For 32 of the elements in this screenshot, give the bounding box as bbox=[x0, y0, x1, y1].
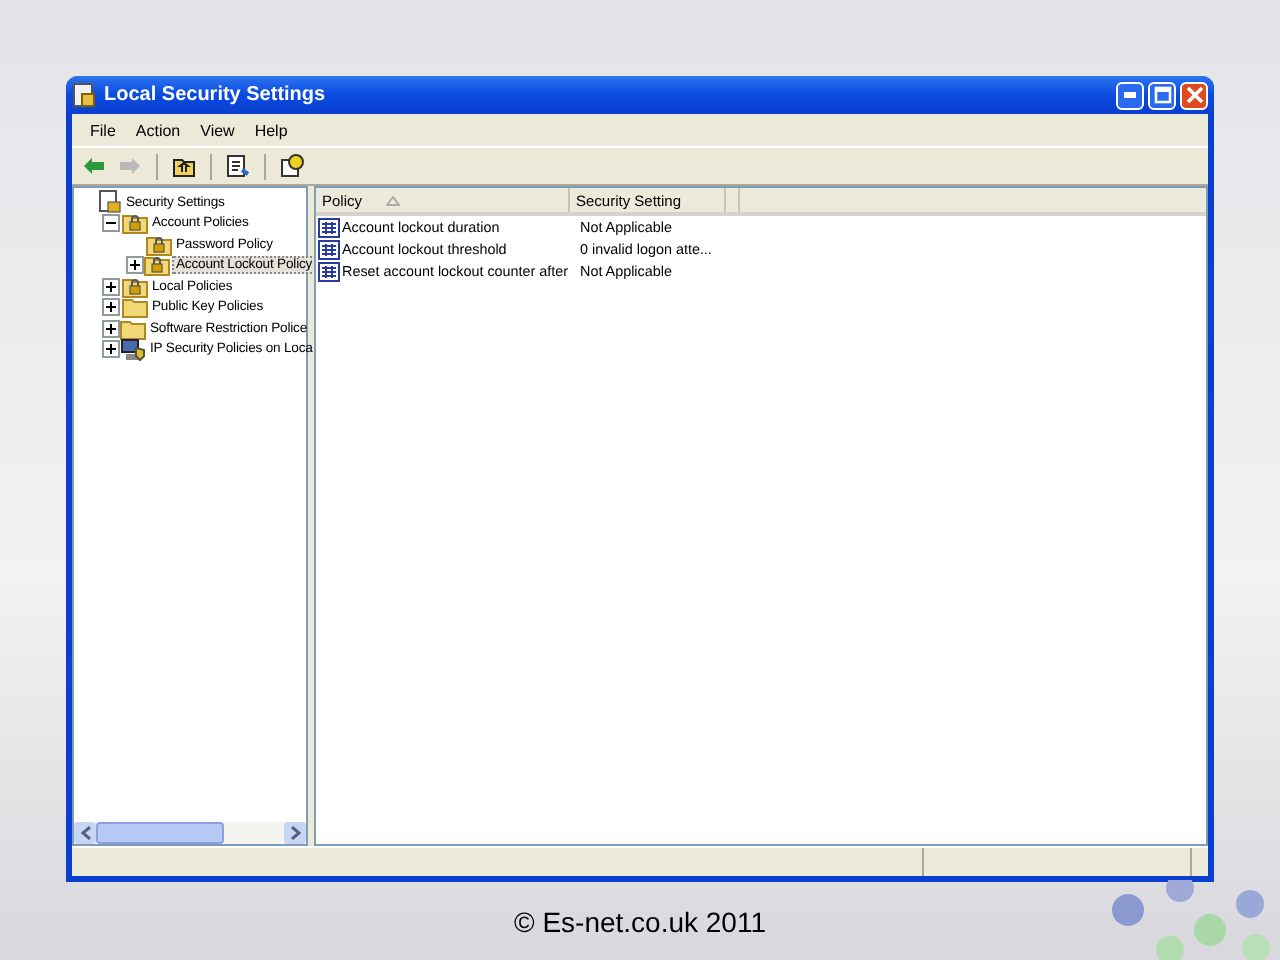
menu-item[interactable]: File bbox=[80, 121, 126, 139]
minimize-button[interactable] bbox=[1116, 81, 1144, 109]
export-button[interactable] bbox=[222, 151, 254, 181]
help-button[interactable] bbox=[276, 151, 308, 181]
locked-folder-icon bbox=[122, 212, 148, 235]
expand-icon[interactable] bbox=[102, 319, 120, 338]
folder-icon bbox=[122, 296, 148, 319]
maximize-button[interactable] bbox=[1148, 81, 1176, 109]
folder-icon bbox=[120, 317, 146, 340]
close-icon bbox=[1185, 86, 1203, 104]
minimize-icon bbox=[1124, 92, 1136, 98]
window-icon bbox=[72, 82, 96, 108]
copyright-text: © Es-net.co.uk 2011 bbox=[513, 905, 766, 937]
expand-icon[interactable] bbox=[126, 256, 144, 275]
collapse-icon[interactable] bbox=[102, 214, 120, 233]
scroll-right-button[interactable] bbox=[284, 822, 306, 844]
expand-icon[interactable] bbox=[102, 277, 120, 296]
locked-folder-icon bbox=[122, 275, 148, 298]
maximize-icon bbox=[1153, 86, 1171, 104]
locked-folder-icon bbox=[146, 233, 172, 256]
expand-icon[interactable] bbox=[102, 298, 120, 317]
menu-item[interactable]: View bbox=[190, 121, 245, 139]
computer-shield-icon bbox=[120, 337, 146, 362]
scroll-thumb[interactable] bbox=[96, 822, 224, 844]
menu-item[interactable]: Help bbox=[244, 121, 298, 139]
menu-item[interactable]: Action bbox=[125, 121, 191, 139]
window-title: Local Security Settings bbox=[104, 84, 328, 106]
expand-icon[interactable] bbox=[102, 340, 120, 359]
close-button[interactable] bbox=[1180, 81, 1208, 109]
horizontal-scrollbar[interactable] bbox=[74, 822, 306, 844]
locked-folder-icon bbox=[144, 254, 170, 277]
scroll-left-button[interactable] bbox=[74, 822, 96, 844]
